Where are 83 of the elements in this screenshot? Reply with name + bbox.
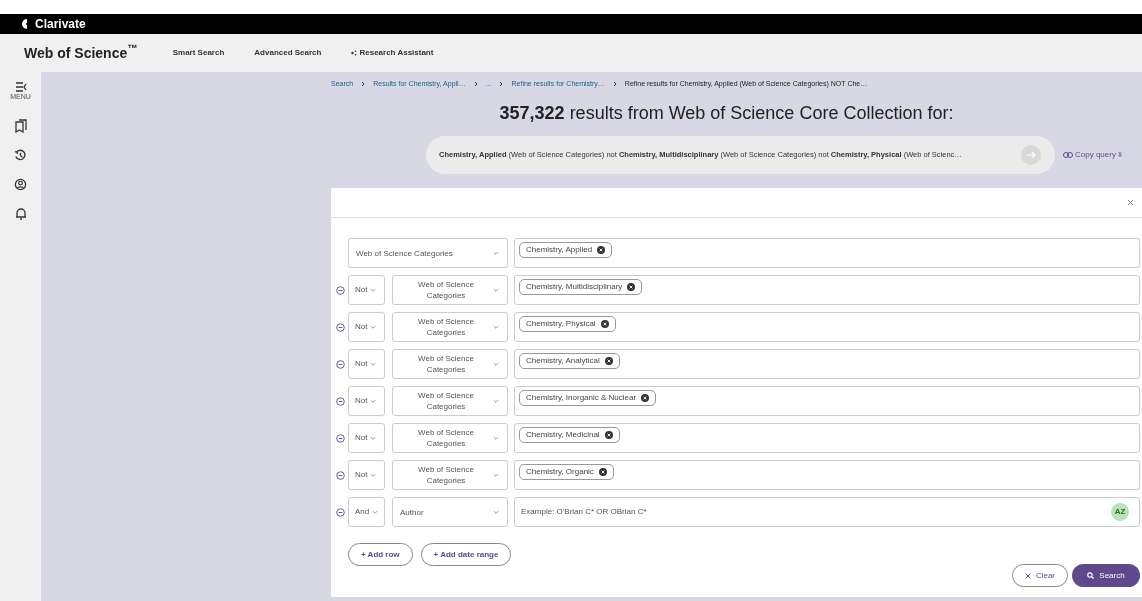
term-chip: Chemistry, Analytical: [519, 353, 620, 369]
remove-row-icon[interactable]: [336, 359, 345, 369]
field-dropdown[interactable]: Web of Science Categories: [392, 423, 508, 453]
term-chip: Chemistry, Inorganic & Nuclear: [519, 390, 657, 406]
site-logo[interactable]: Web of Science$^{™}$: [24, 42, 138, 64]
results-heading: 357,322 results from Web of Science Core Collection for:: [498, 102, 955, 125]
menu-icon[interactable]: [14, 82, 27, 92]
chevron-right-icon: [472, 81, 479, 87]
bell-icon[interactable]: [14, 206, 27, 220]
remove-row-icon[interactable]: [336, 285, 345, 295]
history-icon[interactable]: [14, 148, 27, 162]
terms-field[interactable]: Chemistry, Medicinal: [514, 423, 1140, 453]
remove-row-icon[interactable]: [336, 322, 345, 332]
profile-icon[interactable]: [14, 177, 27, 191]
chevron-down-icon: [372, 510, 379, 514]
nav-link[interactable]: Smart Search: [172, 47, 225, 59]
term-chip: Chemistry, Applied: [519, 242, 613, 258]
chevron-down-icon: [370, 288, 377, 292]
operator-dropdown[interactable]: Not: [348, 460, 385, 490]
field-dropdown[interactable]: Web of Science Categories: [392, 275, 508, 305]
terms-field[interactable]: Chemistry, Applied: [514, 238, 1140, 268]
terms-field[interactable]: Chemistry, Inorganic & Nuclear: [514, 386, 1140, 416]
term-chip: Chemistry, Medicinal: [519, 427, 620, 443]
remove-chip-icon[interactable]: [604, 357, 613, 365]
brand-name: Clarivate: [35, 16, 86, 33]
author-field[interactable]: Example: O'Brian C* OR OBrian C* AZ: [514, 497, 1140, 527]
chevron-down-icon: [493, 288, 499, 292]
field-dropdown[interactable]: Author: [392, 497, 508, 527]
search-icon: [1087, 572, 1095, 579]
field-dropdown[interactable]: Web of Science Categories: [348, 238, 508, 268]
arrow-right-icon: [1026, 151, 1036, 159]
link-icon: [1063, 152, 1073, 158]
author-index-button[interactable]: AZ: [1111, 503, 1129, 521]
term-chip: Chemistry, Organic: [519, 464, 614, 480]
chevron-right-icon: [611, 81, 618, 87]
chevron-down-icon: [493, 436, 499, 440]
remove-row-icon[interactable]: [336, 470, 345, 480]
chevron-down-icon: [370, 399, 377, 403]
remove-chip-icon[interactable]: [598, 468, 607, 476]
remove-chip-icon[interactable]: [641, 394, 650, 402]
terms-field[interactable]: Chemistry, Multidisciplinary: [514, 275, 1140, 305]
remove-row-icon[interactable]: [336, 433, 345, 443]
remove-chip-icon[interactable]: [597, 246, 606, 254]
chevron-down-icon: [493, 325, 499, 329]
chevron-down-icon: [493, 473, 499, 477]
chevron-down-icon: [493, 510, 499, 514]
close-icon[interactable]: [1127, 199, 1134, 206]
nav-link[interactable]: Research Assistant: [351, 47, 434, 59]
nav-link[interactable]: Advanced Search: [254, 47, 322, 59]
terms-field[interactable]: Chemistry, Physical: [514, 312, 1140, 342]
chevron-down-icon: [493, 251, 499, 255]
chevron-right-icon: [360, 81, 367, 87]
remove-chip-icon[interactable]: [627, 283, 636, 291]
operator-dropdown[interactable]: Not: [348, 312, 385, 342]
x-icon: [1024, 572, 1031, 579]
chevron-down-icon: [370, 362, 377, 366]
terms-field[interactable]: Chemistry, Organic: [514, 460, 1140, 490]
remove-chip-icon[interactable]: [600, 320, 609, 328]
bookmark-list-icon[interactable]: [14, 118, 27, 133]
copy-query-link[interactable]: Copy query li: [1063, 149, 1122, 161]
term-chip: Chemistry, Multidisciplinary: [519, 279, 643, 295]
term-chip: Chemistry, Physical: [519, 316, 616, 332]
chevron-down-icon: [370, 325, 377, 329]
operator-dropdown[interactable]: And: [348, 497, 385, 527]
field-dropdown[interactable]: Web of Science Categories: [392, 460, 508, 490]
field-dropdown[interactable]: Web of Science Categories: [392, 386, 508, 416]
sparkle-icon: [351, 50, 358, 56]
field-dropdown[interactable]: Web of Science Categories: [392, 349, 508, 379]
chevron-right-icon: [498, 81, 505, 87]
operator-dropdown[interactable]: Not: [348, 386, 385, 416]
chevron-down-icon: [493, 399, 499, 403]
operator-dropdown[interactable]: Not: [348, 275, 385, 305]
chevron-down-icon: [370, 436, 377, 440]
remove-row-icon[interactable]: [336, 396, 345, 406]
operator-dropdown[interactable]: Not: [348, 349, 385, 379]
remove-chip-icon[interactable]: [604, 431, 613, 439]
remove-row-icon[interactable]: [336, 507, 345, 517]
chevron-down-icon: [493, 362, 499, 366]
operator-dropdown[interactable]: Not: [348, 423, 385, 453]
chevron-down-icon: [370, 473, 377, 477]
search-button[interactable]: Search: [1072, 564, 1140, 587]
field-dropdown[interactable]: Web of Science Categories: [392, 312, 508, 342]
terms-field[interactable]: Chemistry, Analytical: [514, 349, 1140, 379]
